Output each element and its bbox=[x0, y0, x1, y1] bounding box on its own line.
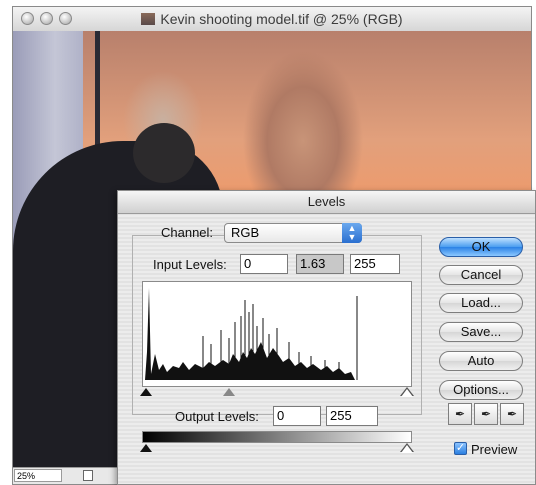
output-white-field[interactable]: 255 bbox=[326, 406, 378, 426]
document-title: Kevin shooting model.tif @ 25% (RGB) bbox=[13, 11, 531, 27]
input-levels-label: Input Levels: bbox=[153, 257, 227, 272]
save-button[interactable]: Save... bbox=[439, 322, 523, 342]
document-title-text: Kevin shooting model.tif @ 25% (RGB) bbox=[160, 11, 403, 27]
chevron-updown-icon: ▲ ▼ bbox=[342, 223, 362, 243]
input-gamma-slider[interactable] bbox=[223, 388, 235, 396]
ok-button[interactable]: OK bbox=[439, 237, 523, 257]
preview-label: Preview bbox=[471, 442, 518, 457]
auto-button[interactable]: Auto bbox=[439, 351, 523, 371]
document-icon bbox=[141, 13, 156, 25]
output-black-slider[interactable] bbox=[140, 444, 152, 452]
levels-dialog: Levels Channel: RGB ▲ ▼ Input Levels: 0 1… bbox=[117, 190, 536, 485]
input-gamma-field[interactable]: 1.63 bbox=[296, 254, 344, 274]
input-black-slider[interactable] bbox=[140, 388, 152, 396]
output-black-field[interactable]: 0 bbox=[273, 406, 321, 426]
options-button[interactable]: Options... bbox=[439, 380, 523, 400]
histogram-graph bbox=[145, 288, 358, 380]
channel-select-value: RGB bbox=[231, 225, 260, 240]
zoom-level-field[interactable]: 25% bbox=[14, 469, 62, 482]
dialog-title[interactable]: Levels bbox=[118, 191, 535, 214]
document-titlebar[interactable]: Kevin shooting model.tif @ 25% (RGB) bbox=[13, 7, 531, 32]
gray-eyedropper-icon[interactable]: ✒ bbox=[474, 403, 498, 425]
input-white-field[interactable]: 255 bbox=[350, 254, 400, 274]
document-info-icon[interactable] bbox=[83, 470, 93, 481]
input-black-field[interactable]: 0 bbox=[240, 254, 288, 274]
histogram bbox=[142, 281, 412, 387]
photo-photographer-head bbox=[133, 123, 195, 183]
output-levels-label: Output Levels: bbox=[175, 409, 259, 424]
channel-label: Channel: bbox=[161, 225, 214, 240]
checkmark-icon: ✓ bbox=[455, 442, 466, 454]
load-button[interactable]: Load... bbox=[439, 293, 523, 313]
preview-checkbox[interactable]: ✓ bbox=[454, 442, 467, 455]
cancel-button[interactable]: Cancel bbox=[439, 265, 523, 285]
output-gradient-bar bbox=[142, 431, 412, 443]
channel-select[interactable]: RGB ▲ ▼ bbox=[224, 223, 362, 243]
output-white-slider[interactable] bbox=[401, 445, 413, 453]
input-white-slider[interactable] bbox=[401, 389, 413, 397]
white-eyedropper-icon[interactable]: ✒ bbox=[500, 403, 524, 425]
black-eyedropper-icon[interactable]: ✒ bbox=[448, 403, 472, 425]
